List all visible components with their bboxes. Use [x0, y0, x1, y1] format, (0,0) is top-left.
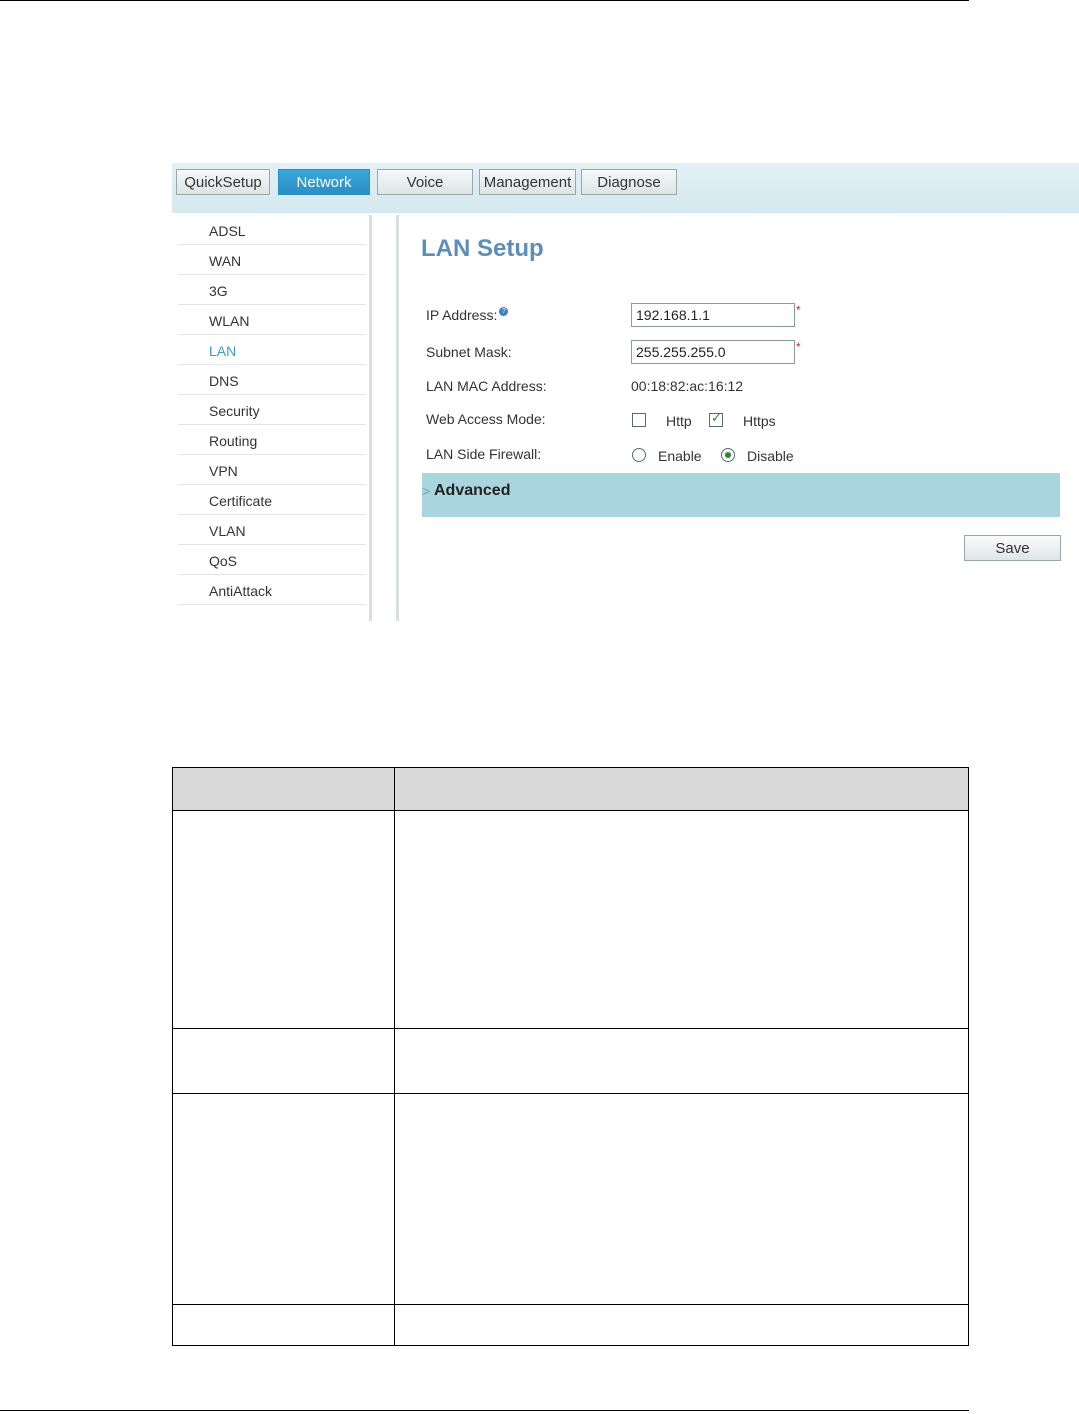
- subnet-mask-input[interactable]: [631, 340, 795, 364]
- sidebar-menu: ADSL WAN 3G WLAN LAN DNS Security Routin…: [172, 215, 372, 621]
- required-mark: *: [796, 303, 801, 317]
- http-checkbox[interactable]: [632, 413, 646, 427]
- required-mark: *: [796, 340, 801, 354]
- router-ui-screenshot: QuickSetup Network Voice Management Diag…: [172, 163, 1079, 621]
- help-icon[interactable]: ?: [499, 307, 509, 316]
- sidebar-item-dns[interactable]: DNS: [178, 365, 366, 395]
- sidebar-item-wlan[interactable]: WLAN: [178, 305, 366, 335]
- checkmark-icon: ✓: [711, 410, 722, 425]
- sidebar-item-adsl[interactable]: ADSL: [178, 215, 366, 245]
- table-row: [172, 1304, 969, 1346]
- advanced-label: Advanced: [434, 482, 511, 499]
- tab-diagnose[interactable]: Diagnose: [581, 169, 677, 195]
- radio-selected-dot: [725, 452, 731, 458]
- tab-voice[interactable]: Voice: [377, 169, 473, 195]
- table-header-row: [172, 767, 969, 811]
- advanced-section-toggle[interactable]: > Advanced: [422, 473, 1060, 517]
- sidebar-item-routing[interactable]: Routing: [178, 425, 366, 455]
- table-cell: [394, 1304, 969, 1346]
- sidebar-item-lan[interactable]: LAN: [178, 335, 366, 365]
- sidebar-item-certificate[interactable]: Certificate: [178, 485, 366, 515]
- table-header-cell: [172, 767, 395, 811]
- table-cell: [394, 1093, 969, 1305]
- sidebar-item-security[interactable]: Security: [178, 395, 366, 425]
- tab-management[interactable]: Management: [479, 169, 576, 195]
- sidebar-item-qos[interactable]: QoS: [178, 545, 366, 575]
- lan-mac-label: LAN MAC Address:: [426, 378, 547, 394]
- page-top-rule: [0, 0, 969, 1]
- page-bottom-rule: [0, 1410, 969, 1411]
- table-cell: [172, 1304, 395, 1346]
- table-row: [172, 810, 969, 1029]
- https-label: Https: [743, 413, 776, 429]
- https-checkbox[interactable]: ✓: [709, 410, 723, 427]
- table-header-cell: [394, 767, 969, 811]
- table-cell: [172, 1093, 395, 1305]
- http-label: Http: [666, 413, 692, 429]
- sidebar-item-vlan[interactable]: VLAN: [178, 515, 366, 545]
- sidebar-item-3g[interactable]: 3G: [178, 275, 366, 305]
- disable-label: Disable: [747, 448, 794, 464]
- tab-network[interactable]: Network: [278, 169, 370, 195]
- enable-label: Enable: [658, 448, 702, 464]
- table-cell: [394, 1028, 969, 1094]
- table-cell: [394, 810, 969, 1029]
- top-navigation: QuickSetup Network Voice Management Diag…: [172, 163, 1079, 213]
- sidebar-item-wan[interactable]: WAN: [178, 245, 366, 275]
- parameter-table: [172, 767, 969, 1346]
- sidebar-item-vpn[interactable]: VPN: [178, 455, 366, 485]
- ip-address-label: IP Address:?: [426, 307, 509, 323]
- firewall-enable-radio[interactable]: [632, 448, 646, 462]
- subnet-mask-label: Subnet Mask:: [426, 344, 512, 360]
- lan-mac-value: 00:18:82:ac:16:12: [631, 378, 744, 394]
- table-cell: [172, 1028, 395, 1094]
- ip-address-input[interactable]: [631, 303, 795, 327]
- firewall-disable-radio[interactable]: [721, 448, 735, 462]
- table-row: [172, 1028, 969, 1094]
- lan-side-firewall-label: LAN Side Firewall:: [426, 446, 542, 462]
- lan-setup-panel: LAN Setup IP Address:? * Subnet Mask: * …: [396, 215, 1079, 621]
- table-row: [172, 1093, 969, 1305]
- sidebar-item-antiattack[interactable]: AntiAttack: [178, 575, 366, 605]
- chevron-right-icon: >: [422, 483, 431, 499]
- web-access-mode-label: Web Access Mode:: [426, 411, 546, 427]
- page-title: LAN Setup: [421, 235, 544, 262]
- save-button[interactable]: Save: [964, 535, 1061, 561]
- table-cell: [172, 810, 395, 1029]
- tab-quicksetup[interactable]: QuickSetup: [176, 169, 270, 195]
